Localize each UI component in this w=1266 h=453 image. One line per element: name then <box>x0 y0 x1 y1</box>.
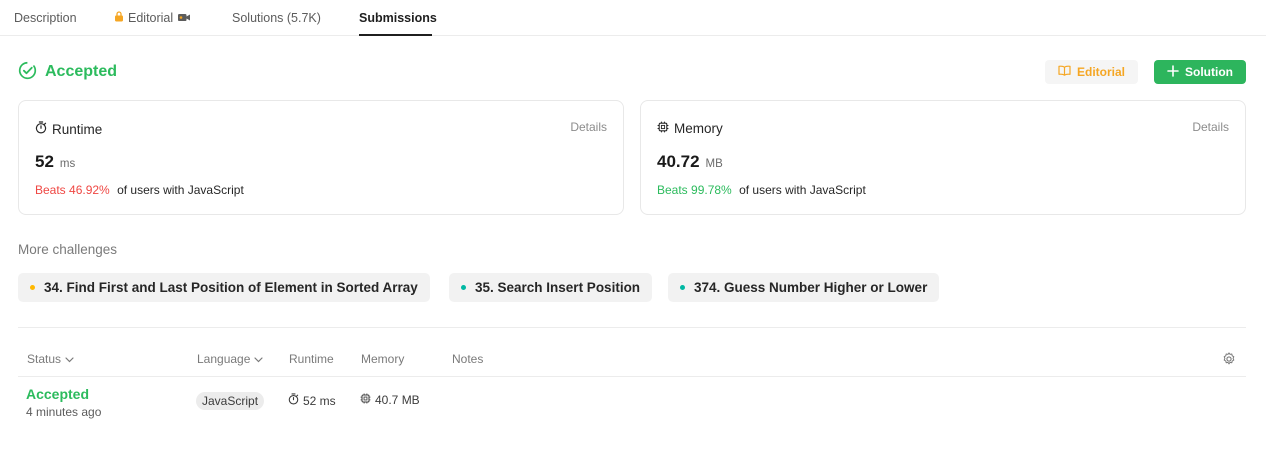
runtime-card-header: Runtime <box>35 121 102 137</box>
easy-difficulty-dot-icon <box>461 285 466 290</box>
memory-card: Memory Details 40.72 MB Beats 99.78% of … <box>640 100 1246 215</box>
runtime-number: 52 <box>35 152 54 171</box>
challenge-label: 34. Find First and Last Position of Elem… <box>44 280 418 295</box>
runtime-label: Runtime <box>52 121 103 137</box>
runtime-column-header: Runtime <box>289 352 334 366</box>
runtime-card: Runtime Details 52 ms Beats 46.92% of us… <box>18 100 624 215</box>
row-memory: 40.7 MB <box>360 393 420 407</box>
gear-icon[interactable] <box>1222 352 1236 369</box>
notes-column-header: Notes <box>452 352 483 366</box>
memory-column-header: Memory <box>361 352 404 366</box>
memory-beats-percent: Beats 99.78% <box>657 183 732 197</box>
memory-details-link[interactable]: Details <box>1192 120 1229 134</box>
video-icon <box>178 0 191 36</box>
runtime-value: 52 ms <box>35 152 75 172</box>
plus-icon <box>1167 64 1179 80</box>
memory-value: 40.72 MB <box>657 152 723 172</box>
row-memory-value: 40.7 MB <box>375 393 420 407</box>
row-runtime-value: 52 ms <box>303 393 336 408</box>
submission-status-link[interactable]: Accepted <box>26 386 89 402</box>
add-solution-button[interactable]: Solution <box>1154 60 1246 84</box>
tab-editorial[interactable]: Editorial <box>114 0 191 36</box>
challenge-label: 374. Guess Number Higher or Lower <box>694 280 928 295</box>
memory-unit: MB <box>705 158 723 170</box>
check-circle-icon <box>18 61 37 83</box>
tab-description[interactable]: Description <box>14 0 77 36</box>
challenge-chip[interactable]: 374. Guess Number Higher or Lower <box>668 273 940 302</box>
row-runtime: 52 ms <box>288 393 336 408</box>
runtime-unit: ms <box>59 158 76 170</box>
medium-difficulty-dot-icon <box>30 285 35 290</box>
tab-description-label: Description <box>14 11 77 25</box>
stopwatch-icon <box>288 393 299 408</box>
submission-status-header: Accepted <box>18 61 117 83</box>
runtime-beats-percent: Beats 46.92% <box>35 183 110 197</box>
book-icon <box>1058 65 1071 79</box>
tab-editorial-label: Editorial <box>128 11 174 25</box>
tab-solutions[interactable]: Solutions (5.7K) <box>232 0 321 36</box>
chevron-down-icon <box>65 352 74 366</box>
accepted-title: Accepted <box>45 63 118 80</box>
language-badge: JavaScript <box>196 392 265 410</box>
tab-bar: Description Editorial Solutions (5.7K) S… <box>0 0 1266 36</box>
tab-submissions[interactable]: Submissions <box>359 0 437 36</box>
editorial-button[interactable]: Editorial <box>1045 60 1138 84</box>
editorial-button-label: Editorial <box>1076 65 1125 79</box>
memory-beats: Beats 99.78% of users with JavaScript <box>657 183 866 197</box>
section-divider <box>18 327 1246 328</box>
status-column-header[interactable]: Status <box>27 352 74 366</box>
runtime-beats: Beats 46.92% of users with JavaScript <box>35 183 244 197</box>
chevron-down-icon <box>254 352 263 366</box>
lock-icon <box>114 0 124 36</box>
memory-number: 40.72 <box>657 152 700 171</box>
challenge-chip[interactable]: 35. Search Insert Position <box>449 273 653 302</box>
memory-header-label: Memory <box>361 352 405 366</box>
challenge-label: 35. Search Insert Position <box>475 280 641 295</box>
chip-icon <box>360 393 371 407</box>
memory-beats-suffix: of users with JavaScript <box>739 183 866 197</box>
language-header-label: Language <box>197 352 251 366</box>
table-header-divider <box>18 376 1246 377</box>
runtime-details-link[interactable]: Details <box>570 120 607 134</box>
submission-time: 4 minutes ago <box>26 405 102 419</box>
language-column-header[interactable]: Language <box>197 352 263 366</box>
more-challenges-title: More challenges <box>18 242 118 257</box>
challenge-chip[interactable]: 34. Find First and Last Position of Elem… <box>18 273 430 302</box>
status-header-label: Status <box>27 352 62 366</box>
memory-label: Memory <box>674 121 723 136</box>
chip-icon <box>657 121 669 136</box>
easy-difficulty-dot-icon <box>680 285 685 290</box>
runtime-beats-suffix: of users with JavaScript <box>117 183 244 197</box>
runtime-header-label: Runtime <box>289 352 334 366</box>
notes-header-label: Notes <box>452 352 484 366</box>
memory-card-header: Memory <box>657 121 723 136</box>
tab-solutions-label: Solutions (5.7K) <box>232 11 321 25</box>
stopwatch-icon <box>35 121 47 137</box>
tab-submissions-label: Submissions <box>359 11 437 25</box>
solution-button-label: Solution <box>1185 65 1233 79</box>
